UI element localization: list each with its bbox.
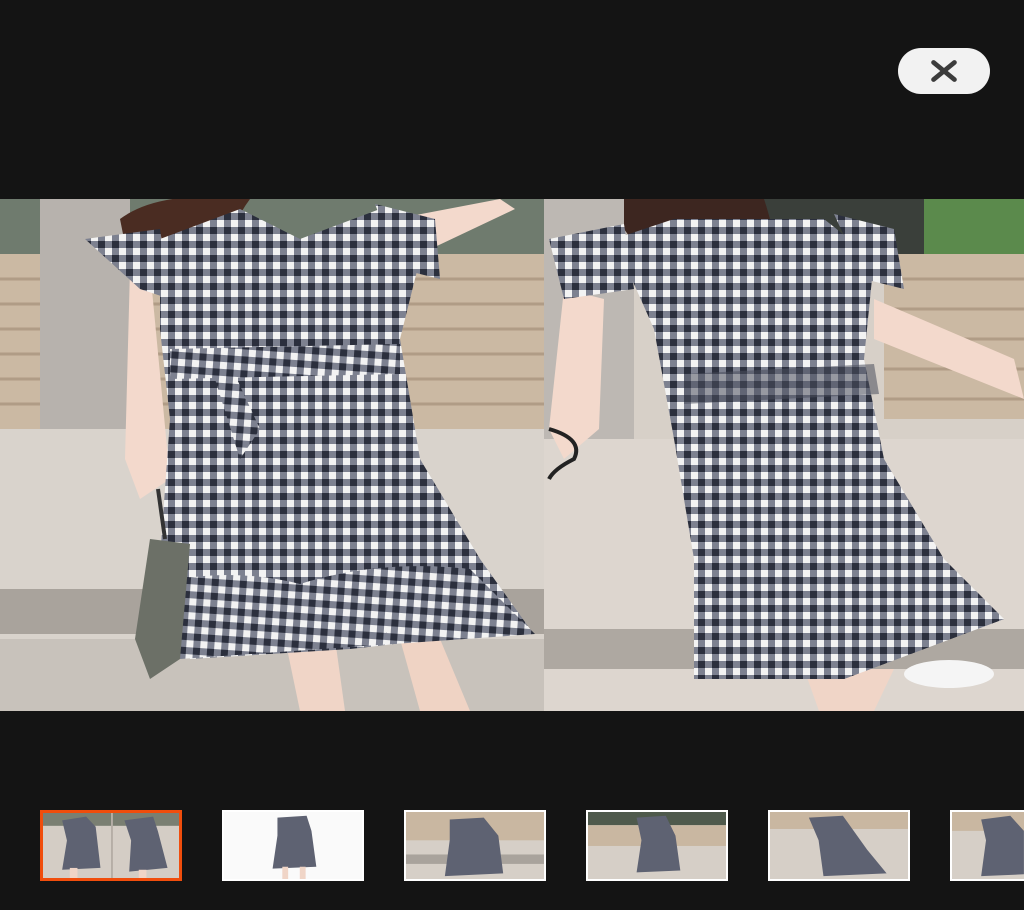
thumbnail-image	[952, 812, 1024, 879]
product-photo-back	[544, 199, 1024, 711]
thumbnail-image	[224, 812, 362, 879]
thumbnail-5[interactable]	[768, 810, 910, 881]
product-photo-front	[0, 199, 544, 711]
thumbnail-image	[770, 812, 908, 879]
thumbnail-image	[588, 812, 726, 879]
close-icon	[931, 60, 957, 82]
thumbnail-image	[43, 813, 179, 878]
thumbnail-strip	[0, 808, 1024, 884]
thumbnail-image	[406, 812, 544, 879]
thumbnail-1[interactable]	[40, 810, 182, 881]
image-viewer	[0, 0, 1024, 910]
thumbnail-2[interactable]	[222, 810, 364, 881]
thumbnail-3[interactable]	[404, 810, 546, 881]
thumbnail-4[interactable]	[586, 810, 728, 881]
main-product-image[interactable]	[0, 199, 1024, 711]
thumbnail-6[interactable]	[950, 810, 1024, 881]
close-button[interactable]	[898, 48, 990, 94]
